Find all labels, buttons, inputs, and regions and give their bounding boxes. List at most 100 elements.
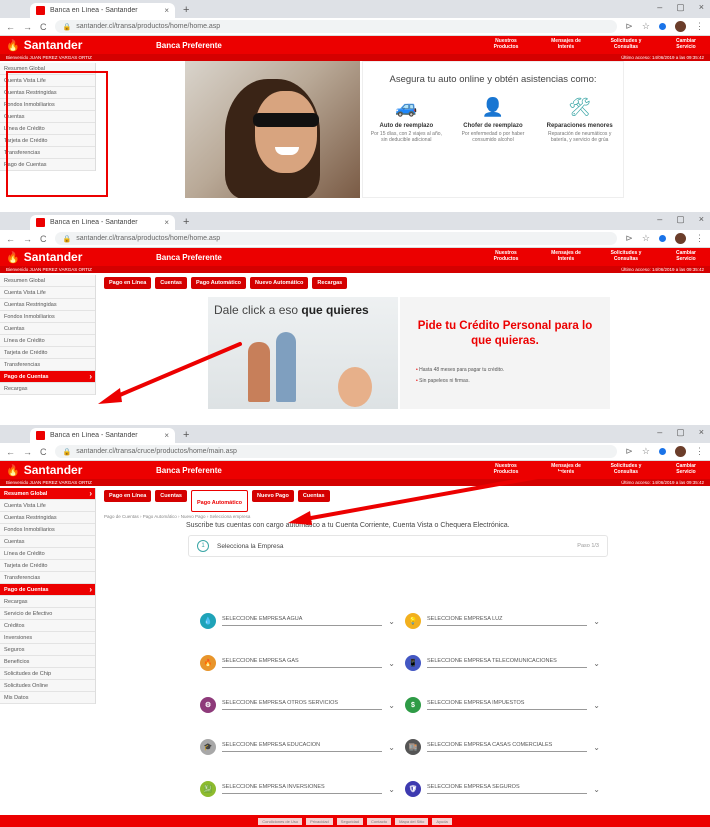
tab-close-icon[interactable]: × (164, 431, 169, 440)
close-window-icon[interactable]: × (699, 214, 704, 225)
menu-cambiar-servicio[interactable]: Cambiar Servicio (666, 250, 706, 262)
browser-tab[interactable]: Banca en Línea - Santander × (30, 3, 175, 18)
footer-link[interactable]: Condiciones de Uso (258, 817, 303, 825)
subtab-pago-en-linea[interactable]: Pago en Línea (104, 277, 152, 289)
profile-avatar-icon[interactable] (675, 233, 686, 244)
credit-banner-photo[interactable]: Dale click a eso que quieres (208, 297, 398, 409)
sidebar-item[interactable]: Seguros (0, 644, 95, 656)
close-window-icon[interactable]: × (699, 2, 704, 13)
sidebar-item[interactable]: Tarjeta de Crédito (0, 347, 95, 359)
extension-icon[interactable] (659, 235, 666, 242)
chevron-down-icon[interactable]: ⌄ (388, 743, 395, 752)
sidebar-item[interactable]: Transferencias (0, 359, 95, 371)
new-tab-button[interactable]: + (183, 4, 189, 16)
menu-cambiar-servicio[interactable]: Cambiar Servicio (666, 463, 706, 475)
sidebar-item[interactable]: Cuenta Vista Life (0, 287, 95, 299)
profile-avatar-icon[interactable] (675, 21, 686, 32)
sidebar-item[interactable]: Cuentas (0, 536, 95, 548)
expand-icon[interactable]: › (89, 585, 92, 594)
browser-tab[interactable]: Banca en Línea - Santander × (30, 428, 175, 443)
tab-close-icon[interactable]: × (164, 6, 169, 15)
subtab-cuentas[interactable]: Cuentas (155, 277, 187, 289)
chevron-down-icon[interactable]: ⌄ (388, 617, 395, 626)
menu-productos[interactable]: Nuestros Productos (486, 463, 526, 475)
sidebar-item[interactable]: Fondos Inmobiliarios (0, 524, 95, 536)
company-select[interactable]: 💹 SELECCIONE EMPRESA INVERSIONES ⌄ (200, 778, 395, 800)
subtab-cuentas-2[interactable]: Cuentas (297, 490, 330, 502)
subtab-cuentas[interactable]: Cuentas (155, 490, 187, 502)
chevron-down-icon[interactable]: ⌄ (388, 659, 395, 668)
menu-cambiar-servicio[interactable]: Cambiar Servicio (666, 38, 706, 50)
forward-icon[interactable]: → (23, 234, 32, 244)
close-window-icon[interactable]: × (699, 427, 704, 438)
sidebar-item[interactable]: Resumen Global (0, 275, 95, 287)
auto-insurance-promo[interactable]: Asegura tu auto online y obtén asistenci… (362, 61, 624, 198)
chevron-down-icon[interactable]: ⌄ (593, 785, 600, 794)
star-icon[interactable]: ☆ (642, 233, 650, 244)
chevron-down-icon[interactable]: ⌄ (593, 659, 600, 668)
subtab-pago-automatico[interactable]: Pago Automático (191, 490, 249, 512)
sidebar-item[interactable]: Recargas (0, 383, 95, 395)
expand-icon[interactable]: › (89, 372, 92, 381)
new-tab-button[interactable]: + (183, 216, 189, 228)
company-select[interactable]: $ SELECCIONE EMPRESA IMPUESTOS ⌄ (405, 694, 600, 716)
reload-icon[interactable]: C (40, 22, 47, 32)
sidebar-item-resumen-global[interactable]: Resumen Global › (0, 488, 95, 500)
forward-icon[interactable]: → (23, 447, 32, 457)
santander-logo[interactable]: 🔥 Santander (6, 38, 156, 52)
cast-icon[interactable]: ⊳ (625, 446, 633, 457)
sidebar-item[interactable]: Tarjeta de Crédito (0, 560, 95, 572)
minimize-icon[interactable]: – (657, 2, 662, 13)
menu-solicitudes[interactable]: Solicitudes y Consultas (606, 38, 646, 50)
forward-icon[interactable]: → (23, 22, 32, 32)
menu-solicitudes[interactable]: Solicitudes y Consultas (606, 463, 646, 475)
company-select[interactable]: 🛡 SELECCIONE EMPRESA SEGUROS ⌄ (405, 778, 600, 800)
sidebar-item[interactable]: Recargas (0, 596, 95, 608)
sidebar-item-pago-de-cuentas[interactable]: Pago de Cuentas › (0, 371, 95, 383)
menu-solicitudes[interactable]: Solicitudes y Consultas (606, 250, 646, 262)
menu-mensajes[interactable]: Mensajes de Interés (546, 250, 586, 262)
maximize-icon[interactable]: ▢ (676, 214, 685, 225)
minimize-icon[interactable]: – (657, 214, 662, 225)
reload-icon[interactable]: C (40, 234, 47, 244)
footer-link[interactable]: Ayuda (432, 817, 452, 825)
sidebar-item-pago-de-cuentas[interactable]: Pago de Cuentas › (0, 584, 95, 596)
address-bar[interactable]: 🔒 santander.cl/transa/productos/home/hom… (54, 232, 618, 245)
chevron-down-icon[interactable]: ⌄ (593, 743, 600, 752)
reload-icon[interactable]: C (40, 447, 47, 457)
sidebar-item[interactable]: Transferencias (0, 572, 95, 584)
menu-dots-icon[interactable]: ⋮ (695, 21, 704, 32)
sidebar-item[interactable]: Solicitudes Online (0, 680, 95, 692)
credit-promo[interactable]: Pide tu Crédito Personal para lo que qui… (400, 297, 610, 409)
menu-mensajes[interactable]: Mensajes de Interés (546, 463, 586, 475)
menu-dots-icon[interactable]: ⋮ (695, 446, 704, 457)
footer-link[interactable]: Contacto (367, 817, 392, 825)
menu-productos[interactable]: Nuestros Productos (486, 250, 526, 262)
tab-close-icon[interactable]: × (164, 218, 169, 227)
footer-link[interactable]: Privacidad (306, 817, 333, 825)
santander-logo[interactable]: 🔥 Santander (6, 250, 156, 264)
cast-icon[interactable]: ⊳ (625, 233, 633, 244)
santander-logo[interactable]: 🔥 Santander (6, 463, 156, 477)
extension-icon[interactable] (659, 448, 666, 455)
expand-icon[interactable]: › (89, 489, 92, 498)
star-icon[interactable]: ☆ (642, 446, 650, 457)
cast-icon[interactable]: ⊳ (625, 21, 633, 32)
sidebar-item[interactable]: Línea de Crédito (0, 335, 95, 347)
minimize-icon[interactable]: – (657, 427, 662, 438)
footer-link[interactable]: Mapa del Sitio (395, 817, 429, 825)
browser-tab[interactable]: Banca en Línea - Santander × (30, 215, 175, 230)
extension-icon[interactable] (659, 23, 666, 30)
maximize-icon[interactable]: ▢ (676, 2, 685, 13)
sidebar-item[interactable]: Cuentas Restringidas (0, 299, 95, 311)
subtab-nuevo-automatico[interactable]: Nuevo Automático (250, 277, 309, 289)
sidebar-item[interactable]: Créditos (0, 620, 95, 632)
company-select[interactable]: 🏬 SELECCIONE EMPRESA CASAS COMERCIALES ⌄ (405, 736, 600, 758)
subtab-pago-automatico[interactable]: Pago Automático (191, 277, 247, 289)
address-bar[interactable]: 🔒 santander.cl/transa/productos/home/hom… (54, 20, 618, 33)
subtab-pago-en-linea[interactable]: Pago en Línea (104, 490, 152, 502)
address-bar[interactable]: 🔒 santander.cl/transa/cruce/productos/ho… (54, 445, 618, 458)
new-tab-button[interactable]: + (183, 429, 189, 441)
menu-productos[interactable]: Nuestros Productos (486, 38, 526, 50)
back-icon[interactable]: ← (6, 447, 15, 457)
